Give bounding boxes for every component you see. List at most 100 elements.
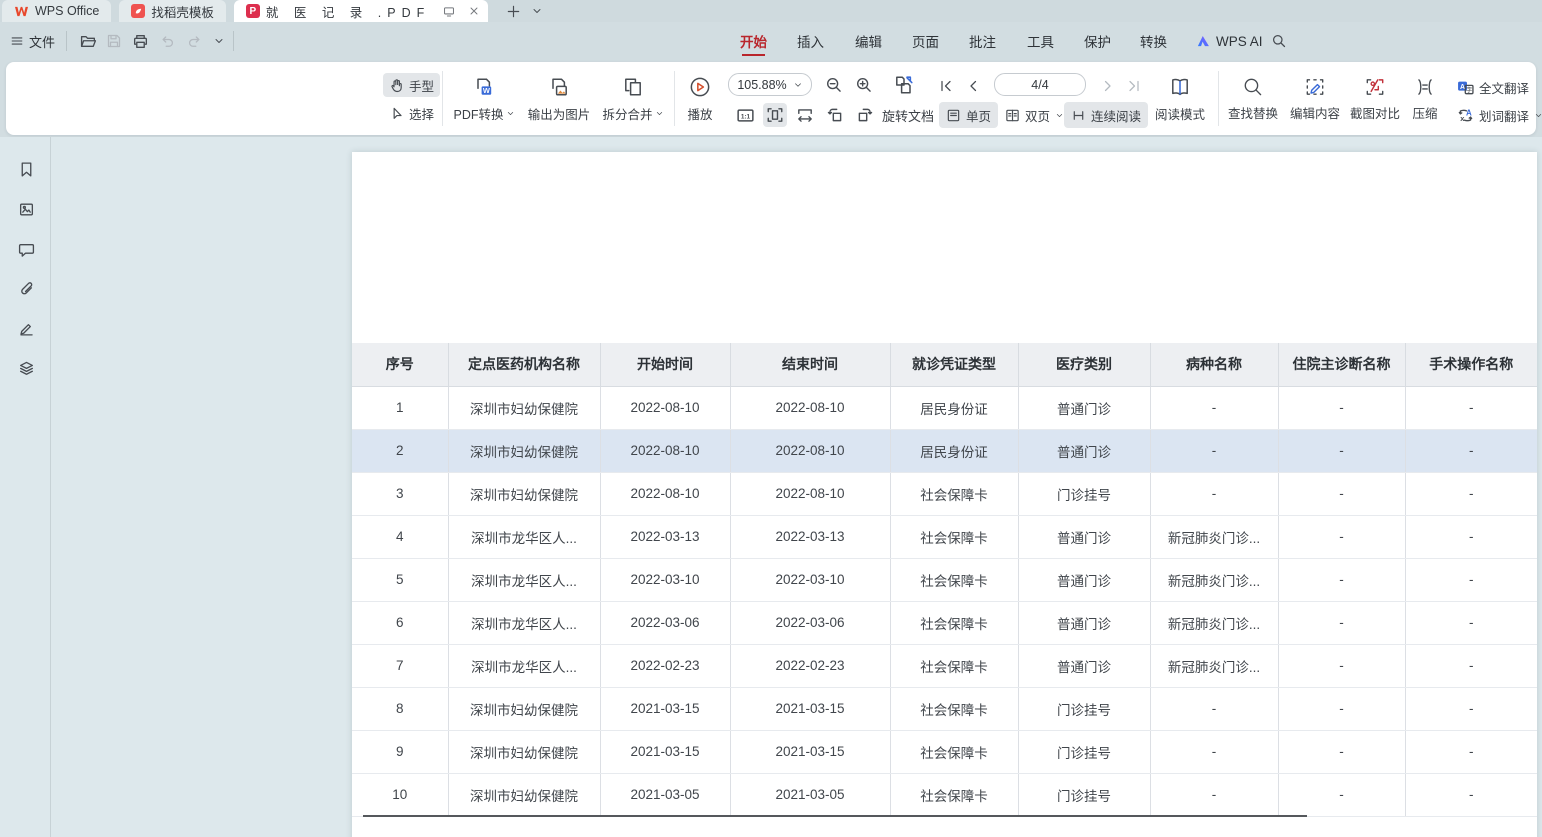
menu-edit[interactable]: 编辑 xyxy=(855,22,882,60)
table-cell: 2021-03-15 xyxy=(600,687,730,730)
enter-projection-icon[interactable] xyxy=(442,5,456,18)
select-tool-button[interactable]: 选择 xyxy=(383,101,440,125)
chevron-down-icon xyxy=(1055,111,1064,120)
next-page-icon[interactable] xyxy=(1098,74,1118,98)
edit-content-button[interactable]: 编辑内容 xyxy=(1284,68,1346,129)
zoom-level-combo[interactable]: 105.88% xyxy=(728,73,812,96)
new-tab-button[interactable] xyxy=(506,0,521,22)
table-cell: 深圳市妇幼保健院 xyxy=(448,472,600,515)
page-number-input[interactable]: 4/4 xyxy=(994,73,1086,96)
continuous-read-icon xyxy=(1071,108,1086,123)
open-file-icon[interactable] xyxy=(77,30,99,52)
quick-access-chevron-icon[interactable] xyxy=(208,30,230,52)
previous-page-icon[interactable] xyxy=(963,74,983,98)
pdf-convert-icon: W xyxy=(472,75,496,99)
double-page-button[interactable]: 双页 xyxy=(998,102,1071,128)
single-page-button[interactable]: 单页 xyxy=(939,102,998,128)
comment-icon[interactable] xyxy=(13,236,39,262)
tab-list-chevron-icon[interactable] xyxy=(531,0,543,22)
read-mode-button[interactable]: 阅读模式 xyxy=(1148,68,1212,129)
layers-icon[interactable] xyxy=(13,355,39,381)
table-cell: 深圳市妇幼保健院 xyxy=(448,687,600,730)
zoom-out-icon[interactable] xyxy=(822,73,846,97)
table-cell: 深圳市妇幼保健院 xyxy=(448,429,600,472)
split-merge-label: 拆分合并 xyxy=(602,104,652,123)
table-cell: 普通门诊 xyxy=(1018,601,1150,644)
chevron-down-icon xyxy=(506,109,515,118)
table-cell: 深圳市妇幼保健院 xyxy=(448,773,600,816)
word-translate-label: 划词翻译 xyxy=(1479,106,1529,125)
table-cell: - xyxy=(1278,472,1405,515)
menu-tools[interactable]: 工具 xyxy=(1027,22,1054,60)
table-header-cell: 开始时间 xyxy=(600,343,730,386)
attachment-icon[interactable] xyxy=(13,276,39,302)
tab-docer-template[interactable]: 找稻壳模板 xyxy=(119,0,226,22)
zoom-in-icon[interactable] xyxy=(852,73,876,97)
thumbnail-icon[interactable] xyxy=(13,196,39,222)
word-translate-button[interactable]: x A 划词翻译 xyxy=(1450,102,1542,128)
table-header-cell: 定点医药机构名称 xyxy=(448,343,600,386)
wps-logo-icon xyxy=(14,5,29,18)
table-cell: 普通门诊 xyxy=(1018,558,1150,601)
chevron-down-icon xyxy=(655,109,664,118)
global-search-icon[interactable] xyxy=(1268,30,1290,52)
save-icon[interactable] xyxy=(103,30,125,52)
pdf-convert-button[interactable]: W PDF转换 xyxy=(447,68,521,129)
fit-width-icon[interactable] xyxy=(793,103,817,127)
rotate-left-icon[interactable] xyxy=(823,103,847,127)
menu-wps-ai[interactable]: WPS AI xyxy=(1196,22,1263,60)
undo-icon[interactable] xyxy=(157,30,179,52)
fit-page-icon[interactable] xyxy=(763,103,787,127)
play-label: 播放 xyxy=(687,104,712,123)
play-button[interactable]: 播放 xyxy=(678,68,722,129)
actual-size-icon[interactable]: 1:1 xyxy=(733,103,757,127)
menu-home[interactable]: 开始 xyxy=(740,22,767,60)
read-mode-label: 阅读模式 xyxy=(1155,104,1205,123)
table-row: 10深圳市妇幼保健院2021-03-052021-03-05社会保障卡门诊挂号-… xyxy=(352,773,1537,816)
rotate-doc-label[interactable]: 旋转文档 xyxy=(882,103,934,127)
print-icon[interactable] xyxy=(129,30,151,52)
table-cell: 社会保障卡 xyxy=(890,687,1018,730)
screenshot-compare-button[interactable]: 截图对比 xyxy=(1344,68,1406,129)
close-tab-icon[interactable] xyxy=(468,5,480,17)
svg-text:x: x xyxy=(1460,113,1465,122)
table-cell: 普通门诊 xyxy=(1018,429,1150,472)
menu-protect[interactable]: 保护 xyxy=(1084,22,1111,60)
table-header-cell: 病种名称 xyxy=(1150,343,1278,386)
pdf-logo-icon: P xyxy=(246,4,260,18)
table-row: 1深圳市妇幼保健院2022-08-102022-08-10居民身份证普通门诊--… xyxy=(352,386,1537,429)
menu-page[interactable]: 页面 xyxy=(912,22,939,60)
window-tab-bar: WPS Office 找稻壳模板 P 就 医 记 录 .PDF xyxy=(0,0,1542,22)
table-cell: - xyxy=(1150,730,1278,773)
hand-tool-button[interactable]: 手型 xyxy=(383,73,440,97)
rotate-right-icon[interactable] xyxy=(853,103,877,127)
full-translate-button[interactable]: A 字 全文翻译 xyxy=(1450,74,1536,100)
table-header-cell: 手术操作名称 xyxy=(1405,343,1537,386)
table-row: 3深圳市妇幼保健院2022-08-102022-08-10社会保障卡门诊挂号--… xyxy=(352,472,1537,515)
swap-pages-icon[interactable] xyxy=(890,71,918,99)
find-replace-button[interactable]: 查找替换 xyxy=(1222,68,1284,129)
bookmark-icon[interactable] xyxy=(13,156,39,182)
export-image-button[interactable]: 输出为图片 xyxy=(521,68,597,129)
compress-label: 压缩 xyxy=(1412,103,1437,122)
redo-icon[interactable] xyxy=(183,30,205,52)
divider xyxy=(66,31,67,51)
file-menu-button[interactable]: 文件 xyxy=(10,22,55,60)
signature-icon[interactable] xyxy=(13,315,39,341)
compress-icon xyxy=(1414,76,1436,98)
menu-insert[interactable]: 插入 xyxy=(797,22,824,60)
menu-bar: 文件 开始 插入 编辑 页面 批注 工具 保护 转换 WPS AI xyxy=(0,22,1542,60)
last-page-icon[interactable] xyxy=(1124,74,1144,98)
table-cell: - xyxy=(1405,429,1537,472)
first-page-icon[interactable] xyxy=(936,74,956,98)
tab-wps-home[interactable]: WPS Office xyxy=(2,0,111,22)
table-cell: 6 xyxy=(352,601,448,644)
split-merge-button[interactable]: 拆分合并 xyxy=(597,68,669,129)
tab-document-active[interactable]: P 就 医 记 录 .PDF xyxy=(234,0,488,22)
table-cell: - xyxy=(1405,644,1537,687)
compress-button[interactable]: 压缩 xyxy=(1404,68,1446,129)
continuous-read-button[interactable]: 连续阅读 xyxy=(1064,102,1148,128)
menu-comment[interactable]: 批注 xyxy=(969,22,996,60)
table-cell: 深圳市龙华区人... xyxy=(448,601,600,644)
menu-convert[interactable]: 转换 xyxy=(1140,22,1167,60)
